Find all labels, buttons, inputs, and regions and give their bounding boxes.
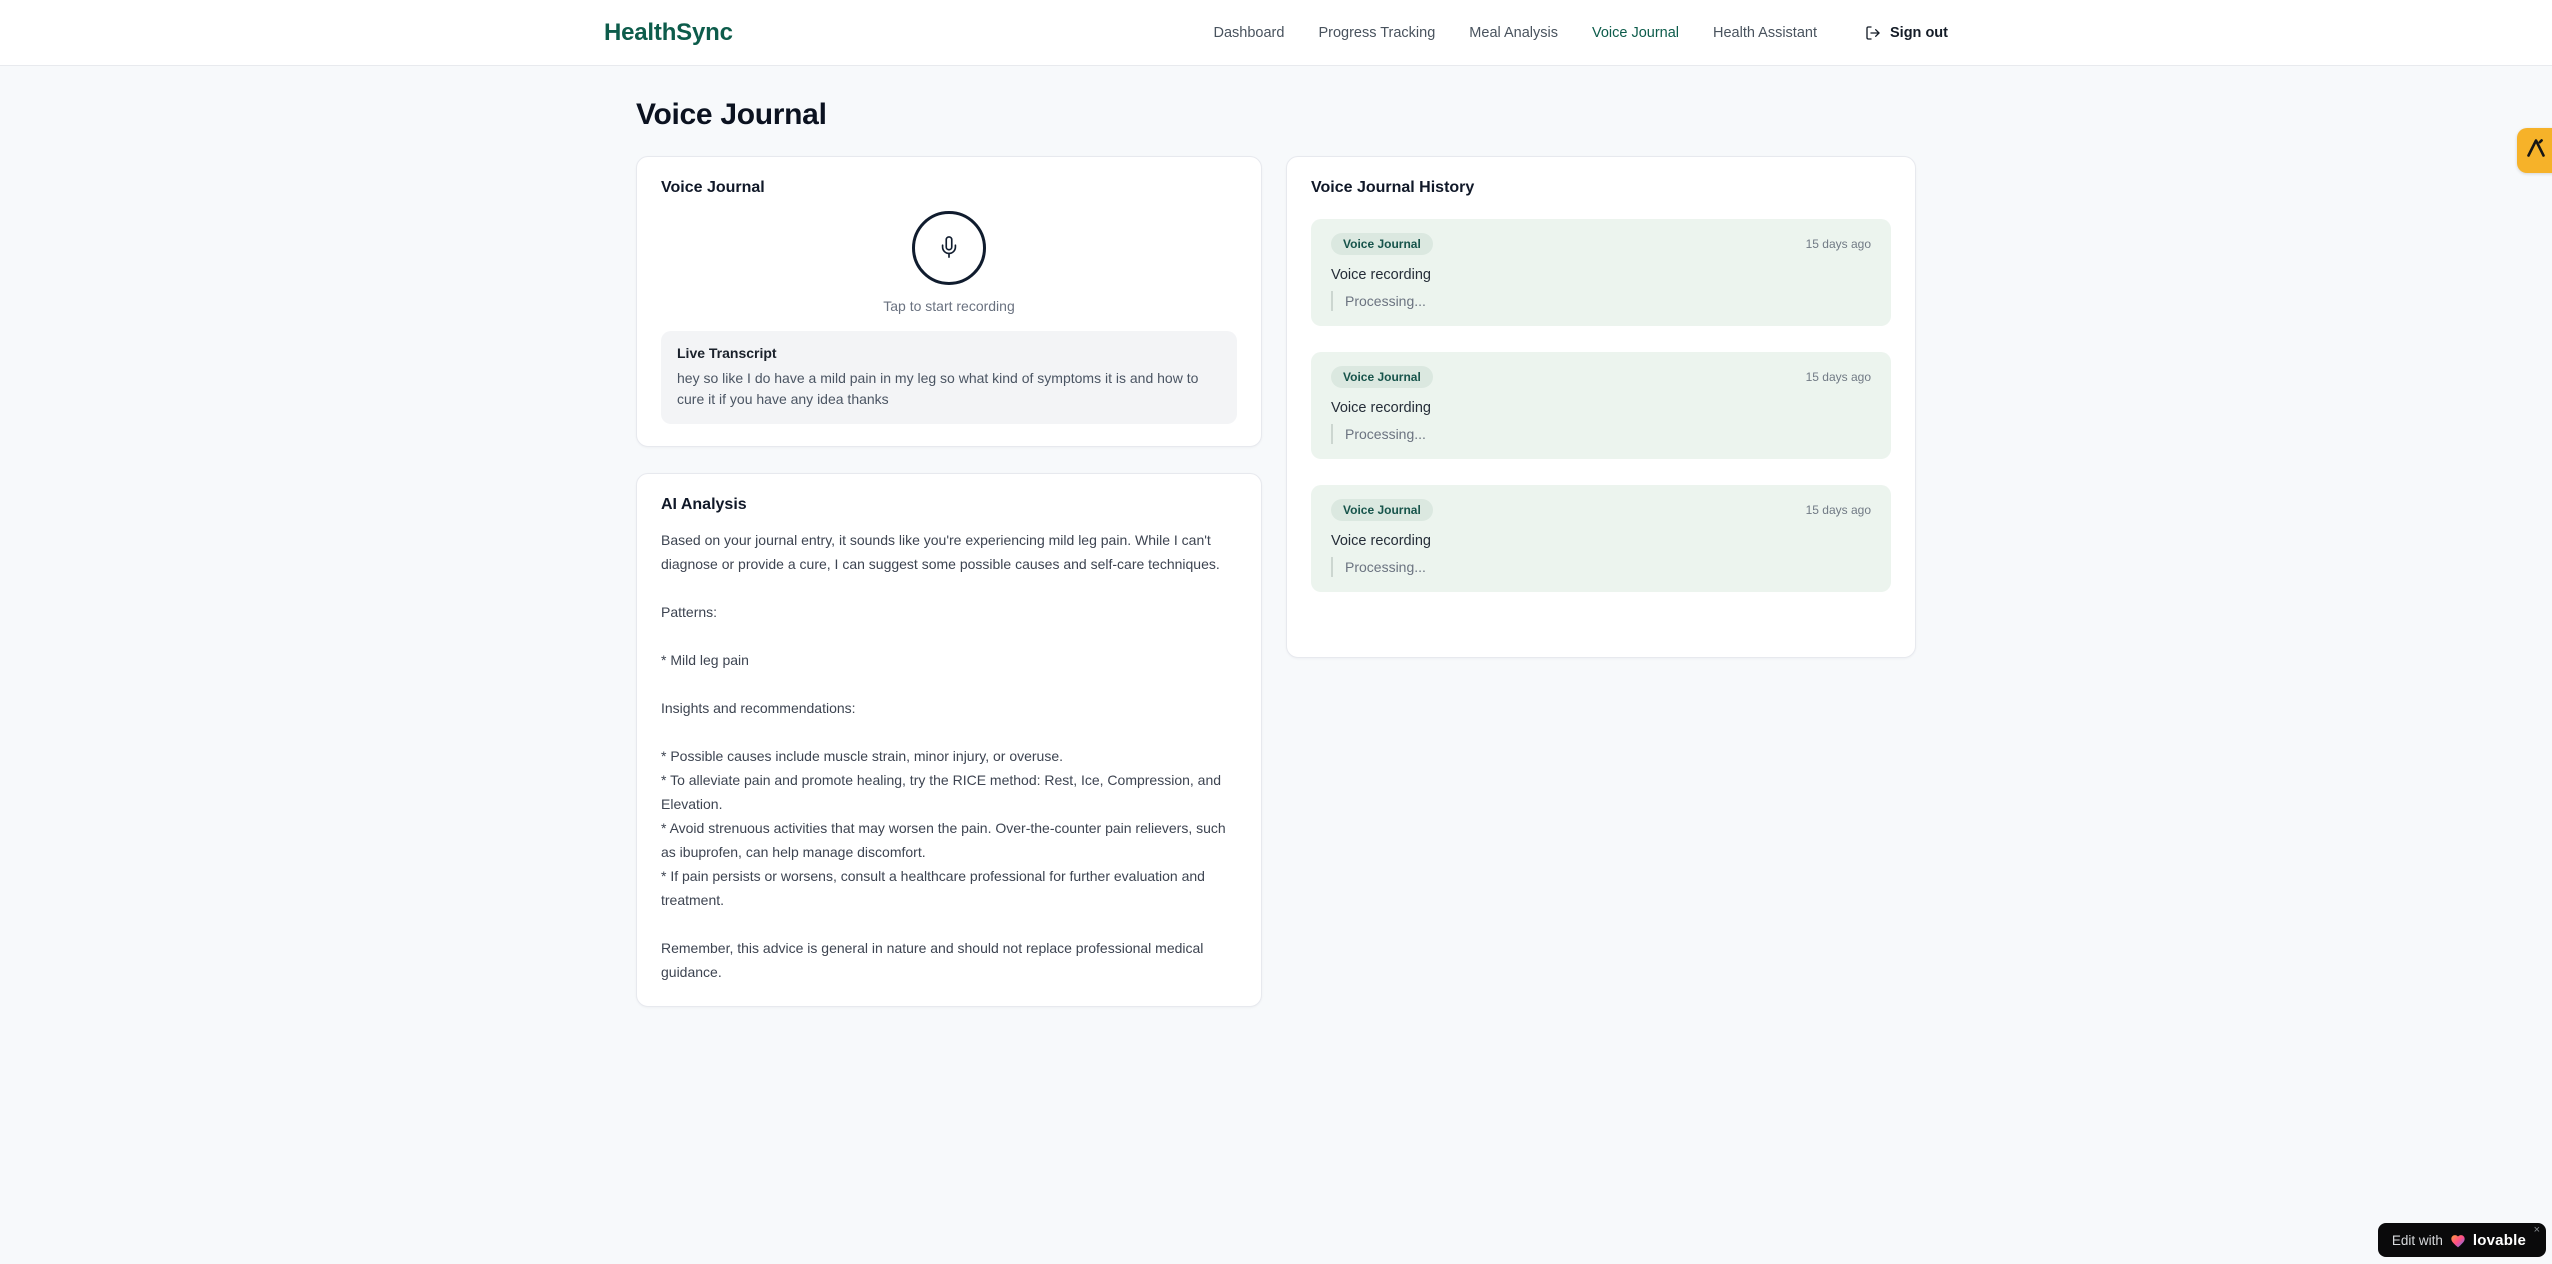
nav-item-health-assistant[interactable]: Health Assistant [1713, 25, 1817, 41]
entry-status: Processing... [1331, 557, 1871, 577]
ai-analysis-body: Based on your journal entry, it sounds l… [661, 532, 1226, 980]
right-column: Voice Journal History Voice Journal 15 d… [1286, 156, 1916, 658]
edit-with-lovable-badge[interactable]: Edit with lovable × [2377, 1223, 2546, 1257]
microphone-icon [938, 235, 960, 261]
voice-recorder-card: Voice Journal Tap to start recording Liv… [636, 156, 1262, 447]
live-transcript-text: hey so like I do have a mild pain in my … [677, 370, 1199, 407]
entry-type-badge: Voice Journal [1331, 366, 1433, 388]
main-nav: Dashboard Progress Tracking Meal Analysi… [1214, 25, 1949, 41]
app-header: HealthSync Dashboard Progress Tracking M… [0, 0, 2552, 66]
live-transcript-panel: Live Transcript hey so like I do have a … [661, 331, 1237, 424]
edit-with-label: Edit with [2391, 1232, 2443, 1248]
close-icon[interactable]: × [2534, 1225, 2540, 1236]
nav-item-progress-tracking[interactable]: Progress Tracking [1318, 25, 1435, 41]
brand-logo[interactable]: HealthSync [604, 19, 733, 47]
tap-to-record-label: Tap to start recording [883, 298, 1015, 314]
gradient-heart-icon [2450, 1233, 2466, 1248]
entry-title: Voice recording [1331, 533, 1431, 549]
live-transcript-title: Live Transcript [677, 345, 777, 361]
entry-status: Processing... [1331, 291, 1871, 311]
entry-type-badge: Voice Journal [1331, 499, 1433, 521]
history-item[interactable]: Voice Journal 15 days ago Voice recordin… [1311, 485, 1891, 592]
nav-item-voice-journal[interactable]: Voice Journal [1592, 25, 1679, 41]
history-item[interactable]: Voice Journal 15 days ago Voice recordin… [1311, 219, 1891, 326]
edge-tool-badge[interactable] [2517, 128, 2552, 173]
entry-timestamp: 15 days ago [1805, 370, 1871, 384]
history-list: Voice Journal 15 days ago Voice recordin… [1311, 219, 1891, 592]
voice-journal-history-card: Voice Journal History Voice Journal 15 d… [1286, 156, 1916, 658]
recorder-card-title: Voice Journal [661, 179, 765, 196]
entry-timestamp: 15 days ago [1805, 237, 1871, 251]
lovable-brand-label: lovable [2472, 1231, 2526, 1249]
sign-out-label: Sign out [1890, 24, 1948, 41]
log-out-icon [1865, 25, 1881, 41]
history-item[interactable]: Voice Journal 15 days ago Voice recordin… [1311, 352, 1891, 459]
left-column: Voice Journal Tap to start recording Liv… [636, 156, 1262, 1007]
page-title: Voice Journal [636, 98, 827, 131]
nav-item-dashboard[interactable]: Dashboard [1214, 25, 1285, 41]
lambda-logo-icon [2524, 136, 2548, 165]
entry-status: Processing... [1331, 424, 1871, 444]
ai-analysis-title: AI Analysis [661, 496, 747, 513]
sign-out-button[interactable]: Sign out [1865, 25, 1948, 41]
record-button[interactable] [912, 211, 986, 285]
nav-item-meal-analysis[interactable]: Meal Analysis [1469, 25, 1558, 41]
entry-timestamp: 15 days ago [1805, 503, 1871, 517]
history-card-title: Voice Journal History [1311, 179, 1475, 196]
ai-analysis-card: AI Analysis Based on your journal entry,… [636, 473, 1262, 1007]
main-content: Voice Journal Voice Journal Tap to start… [636, 66, 1916, 1007]
entry-title: Voice recording [1331, 400, 1431, 416]
entry-title: Voice recording [1331, 267, 1431, 283]
entry-type-badge: Voice Journal [1331, 233, 1433, 255]
